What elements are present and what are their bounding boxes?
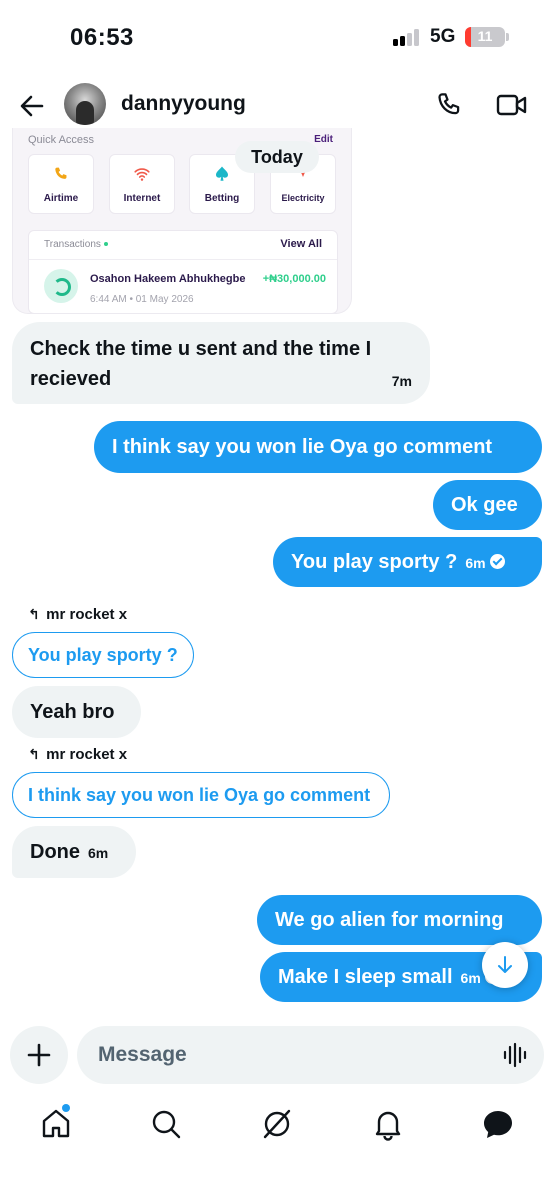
arrow-down-icon xyxy=(498,956,512,973)
transaction-name: Osahon Hakeem Abhukhegbe xyxy=(90,273,246,285)
voice-waveform-icon[interactable] xyxy=(500,1040,530,1070)
message-text: You play sporty ? xyxy=(291,551,458,573)
battery-cap xyxy=(506,33,509,41)
quick-access-title: Quick Access xyxy=(28,134,95,146)
message-text: Ok gee xyxy=(451,494,518,516)
reply-arrow-icon: ↰ xyxy=(28,606,40,622)
reply-author: mr rocket x xyxy=(46,746,128,763)
home-icon[interactable] xyxy=(38,1106,74,1142)
message-time: 6m xyxy=(465,555,486,571)
plus-icon xyxy=(27,1043,51,1067)
message-text: Check the time u sent and the time I xyxy=(30,338,372,360)
view-all-link: View All xyxy=(280,238,322,250)
avatar[interactable] xyxy=(64,83,106,125)
message-text: Done xyxy=(30,841,80,863)
status-time: 06:53 xyxy=(70,24,134,51)
status-bar: 06:53 5G 11 xyxy=(0,0,554,76)
divider xyxy=(29,259,337,260)
quoted-message[interactable]: I think say you won lie Oya go comment xyxy=(12,772,390,818)
video-camera-icon[interactable] xyxy=(496,92,528,118)
phone-icon[interactable] xyxy=(434,90,464,120)
back-arrow-icon[interactable] xyxy=(16,90,48,122)
message-bubble-sent[interactable]: Ok gee xyxy=(433,480,542,530)
message-text: recieved xyxy=(30,368,112,390)
phone-icon xyxy=(29,165,93,183)
transaction-date: 6:44 AM • 01 May 2026 xyxy=(90,294,194,305)
tile-label: Airtime xyxy=(43,193,79,204)
signal-icon xyxy=(393,28,421,46)
reply-indicator: ↰ mr rocket x xyxy=(28,746,127,763)
message-time: 6m xyxy=(460,970,481,986)
bottom-tab-bar xyxy=(0,1098,554,1154)
quoted-text: You play sporty ? xyxy=(28,645,178,665)
reply-indicator: ↰ mr rocket x xyxy=(28,606,127,623)
date-divider: Today xyxy=(235,141,319,173)
message-text: I think say you won lie Oya go comment xyxy=(112,436,493,458)
transactions-card: Transactions View All Osahon Hakeem Abhu… xyxy=(28,230,338,313)
grok-icon[interactable] xyxy=(259,1106,295,1142)
tile-internet: Internet xyxy=(109,154,175,214)
read-receipt-icon xyxy=(489,554,505,569)
bell-icon[interactable] xyxy=(370,1106,406,1142)
message-bubble-sent[interactable]: I think say you won lie Oya go comment xyxy=(94,421,542,473)
scroll-to-bottom-button[interactable] xyxy=(482,942,528,988)
message-input[interactable] xyxy=(77,1026,544,1084)
tile-label: Betting xyxy=(204,193,240,204)
transaction-amount: +₦30,000.00 xyxy=(262,273,326,285)
tile-label: Internet xyxy=(123,193,161,204)
message-bubble-received[interactable]: Check the time u sent and the time I rec… xyxy=(12,322,430,404)
message-bubble-sent[interactable]: We go alien for morning xyxy=(257,895,542,945)
transactions-title: Transactions xyxy=(44,239,108,250)
search-icon[interactable] xyxy=(148,1106,184,1142)
quoted-message[interactable]: You play sporty ? xyxy=(12,632,194,678)
message-time: 6m xyxy=(88,845,109,861)
notification-dot xyxy=(62,1104,70,1112)
transfer-icon xyxy=(44,269,78,303)
add-attachment-button[interactable] xyxy=(10,1026,68,1084)
network-label: 5G xyxy=(430,26,456,47)
reply-author: mr rocket x xyxy=(46,606,128,623)
quick-access-edit: Edit xyxy=(314,134,333,145)
tile-label: Electricity xyxy=(281,193,325,203)
message-text: Yeah bro xyxy=(30,701,115,723)
chat-header: dannyyoung xyxy=(0,80,554,132)
wifi-icon xyxy=(110,165,174,183)
message-time: 7m xyxy=(391,373,412,389)
message-bubble-received[interactable]: Done 6m xyxy=(12,826,136,878)
battery-icon: 11 xyxy=(465,27,505,47)
message-text: Make I sleep small xyxy=(278,966,453,988)
reply-arrow-icon: ↰ xyxy=(28,746,40,762)
message-text: We go alien for morning xyxy=(275,909,504,931)
message-bubble-received[interactable]: Yeah bro xyxy=(12,686,141,738)
battery-level: 11 xyxy=(477,28,493,44)
messages-icon[interactable] xyxy=(480,1106,516,1142)
tile-airtime: Airtime xyxy=(28,154,94,214)
contact-name[interactable]: dannyyoung xyxy=(121,92,246,116)
message-bubble-sent[interactable]: You play sporty ? 6m xyxy=(273,537,542,587)
quoted-text: I think say you won lie Oya go comment xyxy=(28,785,371,805)
